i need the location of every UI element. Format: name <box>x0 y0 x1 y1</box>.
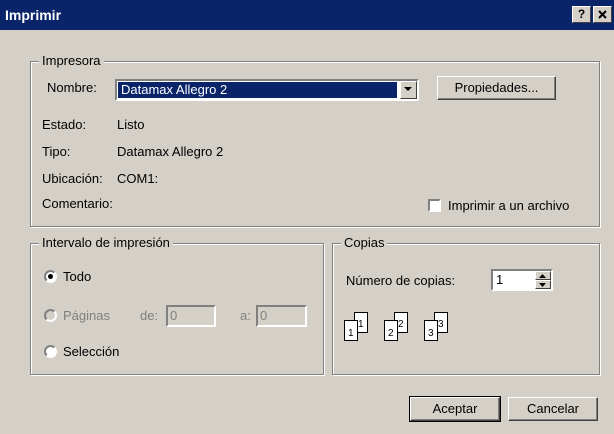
range-pages-label[interactable]: Páginas <box>63 308 110 323</box>
range-to-input[interactable]: 0 <box>256 305 307 327</box>
printer-name-value: Datamax Allegro 2 <box>118 82 397 98</box>
range-pages-radio[interactable] <box>44 309 57 322</box>
print-to-file-label[interactable]: Imprimir a un archivo <box>448 198 569 213</box>
collate-page-label: 2 <box>388 328 394 339</box>
window-title: Imprimir <box>5 7 62 23</box>
range-selection-radio[interactable] <box>44 345 57 358</box>
chevron-up-icon <box>539 274 546 278</box>
spinner-arrows <box>535 271 551 289</box>
print-to-file-checkbox[interactable] <box>428 199 441 212</box>
range-selection-label[interactable]: Selección <box>63 344 119 359</box>
range-to-label: a: <box>240 308 251 323</box>
copies-count-value: 1 <box>496 272 504 287</box>
collate-page-label: 2 <box>398 319 404 330</box>
printer-name-dropdown-button[interactable] <box>400 81 417 99</box>
copies-count-spinner[interactable]: 1 <box>491 269 553 291</box>
spinner-down-button[interactable] <box>535 280 551 289</box>
chevron-down-icon <box>404 87 412 91</box>
radio-selected-dot <box>48 274 53 279</box>
collate-icon: 1 1 2 2 3 3 <box>344 312 448 341</box>
collate-page-label: 3 <box>428 328 434 339</box>
type-value: Datamax Allegro 2 <box>117 144 224 159</box>
collate-page-label: 3 <box>438 319 444 330</box>
close-icon <box>598 10 607 19</box>
range-from-input[interactable]: 0 <box>166 305 216 327</box>
printer-name-label: Nombre: <box>47 80 97 95</box>
copies-legend: Copias <box>341 235 388 250</box>
properties-button[interactable]: Propiedades... <box>437 76 556 100</box>
ok-button[interactable]: Aceptar <box>409 396 501 422</box>
status-label: Estado: <box>42 117 87 132</box>
collate-page-label: 1 <box>358 319 364 330</box>
range-from-label: de: <box>140 308 159 323</box>
copies-count-label: Número de copias: <box>346 273 456 288</box>
status-value: Listo <box>117 117 145 132</box>
close-button[interactable] <box>593 6 612 23</box>
type-label: Tipo: <box>42 144 71 159</box>
title-bar: Imprimir ? <box>0 0 614 30</box>
comment-label: Comentario: <box>42 196 113 211</box>
location-value: COM1: <box>117 171 159 186</box>
printer-name-select[interactable]: Datamax Allegro 2 <box>115 79 419 101</box>
spinner-up-button[interactable] <box>535 271 551 280</box>
collate-page-label: 1 <box>348 328 354 339</box>
range-all-radio[interactable] <box>44 270 57 283</box>
copies-group: Copias <box>332 235 600 375</box>
range-all-label[interactable]: Todo <box>63 269 91 284</box>
printer-legend: Impresora <box>39 53 104 68</box>
chevron-down-icon <box>539 283 546 287</box>
cancel-button[interactable]: Cancelar <box>508 397 598 421</box>
print-range-legend: Intervalo de impresión <box>39 235 173 250</box>
location-label: Ubicación: <box>42 171 103 186</box>
help-button[interactable]: ? <box>572 6 591 23</box>
